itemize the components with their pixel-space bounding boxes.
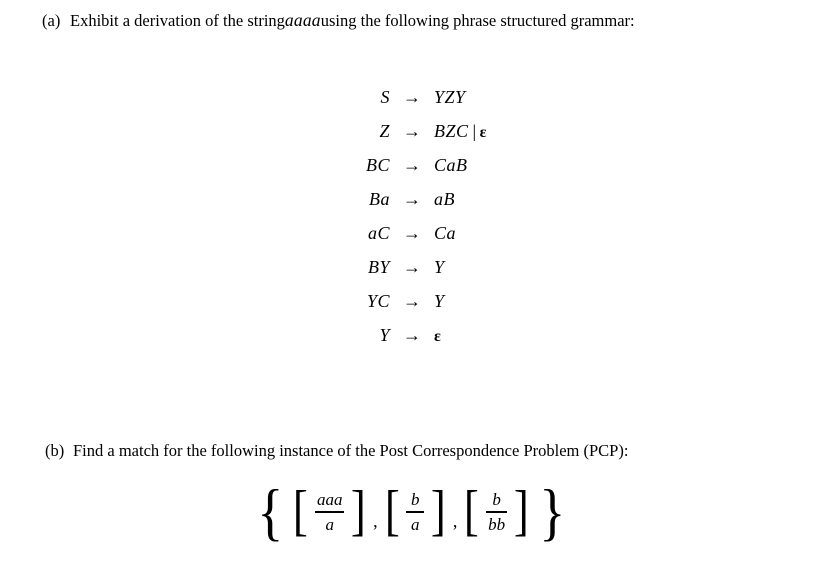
domino-close-bracket: ] bbox=[351, 480, 367, 543]
pcp-domino: [ b a ] bbox=[380, 480, 451, 543]
rule-lhs: BY bbox=[367, 257, 390, 277]
set-separator: , bbox=[452, 511, 458, 532]
set-separator: , bbox=[373, 511, 378, 532]
rule-arrow-icon: → bbox=[403, 257, 421, 277]
rule-rhs-main: Y bbox=[434, 291, 445, 311]
rule-rhs-alternative: ε bbox=[479, 124, 487, 141]
domino-open-bracket: [ bbox=[464, 480, 480, 543]
domino-close-bracket: ] bbox=[513, 480, 529, 543]
rule-rhs-main: CaB bbox=[434, 155, 468, 175]
rule-rhs-main: ε bbox=[434, 328, 442, 345]
rule-lhs: BC bbox=[365, 155, 390, 175]
set-open-brace: { bbox=[256, 476, 283, 547]
rule-rhs: ε bbox=[434, 318, 441, 354]
grammar-rule: aC → Ca bbox=[0, 216, 822, 250]
rule-arrow-icon: → bbox=[403, 291, 421, 311]
domino-close-bracket: ] bbox=[431, 480, 447, 543]
pcp-domino: [ aaa a ] bbox=[288, 480, 371, 543]
rule-rhs: BZC | ε bbox=[434, 114, 487, 150]
rule-arrow-icon: → bbox=[403, 87, 421, 107]
pcp-domino: [ b bb ] bbox=[459, 480, 533, 543]
grammar-rule-list: S → YZY Z → BZC | ε BC → CaB Ba → aB aC → … bbox=[0, 80, 822, 352]
domino-fraction: b bb bbox=[482, 490, 511, 535]
rule-lhs: Y bbox=[379, 325, 390, 345]
grammar-rule: YC → Y bbox=[0, 284, 822, 318]
question-part-b-prompt: (b) Find a match for the following insta… bbox=[45, 441, 628, 461]
part-a-text-after: using the following phrase structured gr… bbox=[320, 11, 635, 30]
domino-bottom-string: a bbox=[411, 514, 420, 534]
domino-bottom-string: bb bbox=[488, 514, 506, 534]
rule-rhs: Y bbox=[434, 250, 445, 284]
part-a-target-string: aaaa bbox=[284, 10, 321, 30]
grammar-rule: Y → ε bbox=[0, 318, 822, 352]
rule-lhs: Z bbox=[379, 121, 390, 141]
domino-fraction: b a bbox=[402, 490, 428, 535]
rule-rhs-main: YZY bbox=[434, 87, 466, 107]
rule-arrow-icon: → bbox=[403, 223, 421, 243]
rule-rhs: Y bbox=[434, 284, 445, 318]
rule-rhs: YZY bbox=[434, 80, 466, 114]
part-a-text-before: Exhibit a derivation of the string bbox=[70, 11, 285, 30]
rule-rhs-main: aB bbox=[434, 189, 455, 209]
rule-rhs: Ca bbox=[434, 216, 456, 250]
rule-alternation-bar: | bbox=[472, 121, 477, 141]
grammar-rule: Ba → aB bbox=[0, 182, 822, 216]
rule-arrow-icon: → bbox=[403, 155, 421, 175]
part-b-label: (b) bbox=[45, 441, 65, 460]
rule-rhs-main: BZC bbox=[434, 121, 469, 141]
part-b-text-before: Find a match for the following instance … bbox=[73, 441, 629, 460]
domino-bottom-string: a bbox=[325, 514, 334, 534]
domino-top-string: b bbox=[411, 489, 420, 509]
rule-rhs-main: Y bbox=[434, 257, 445, 277]
grammar-rule: BY → Y bbox=[0, 250, 822, 284]
rule-arrow-icon: → bbox=[403, 325, 421, 345]
rule-lhs: aC bbox=[367, 223, 390, 243]
domino-open-bracket: [ bbox=[293, 480, 309, 543]
rule-rhs: CaB bbox=[434, 148, 468, 182]
pcp-set-wrapper: { [ aaa a ] , [ b a ] , [ b bb]} bbox=[252, 476, 571, 547]
domino-top-string: b bbox=[492, 489, 501, 509]
rule-rhs: aB bbox=[434, 182, 455, 216]
part-a-label: (a) bbox=[42, 11, 61, 30]
rule-lhs: Ba bbox=[369, 189, 390, 209]
domino-top-string: aaa bbox=[316, 489, 343, 509]
pcp-instance-set: { [ aaa a ] , [ b a ] , [ b bb]} bbox=[0, 476, 822, 547]
rule-lhs: YC bbox=[366, 291, 390, 311]
grammar-rule: BC → CaB bbox=[0, 148, 822, 182]
rule-arrow-icon: → bbox=[403, 189, 421, 209]
grammar-rule: S → YZY bbox=[0, 80, 822, 114]
rule-arrow-icon: → bbox=[403, 121, 421, 141]
domino-open-bracket: [ bbox=[384, 480, 400, 543]
domino-fraction: aaa a bbox=[311, 490, 349, 535]
set-close-brace: } bbox=[539, 476, 566, 547]
rule-rhs-main: Ca bbox=[434, 223, 457, 243]
grammar-rule: Z → BZC | ε bbox=[0, 114, 822, 148]
rule-lhs: S bbox=[380, 87, 390, 107]
question-part-a-prompt: (a) Exhibit a derivation of the string a… bbox=[42, 10, 635, 31]
